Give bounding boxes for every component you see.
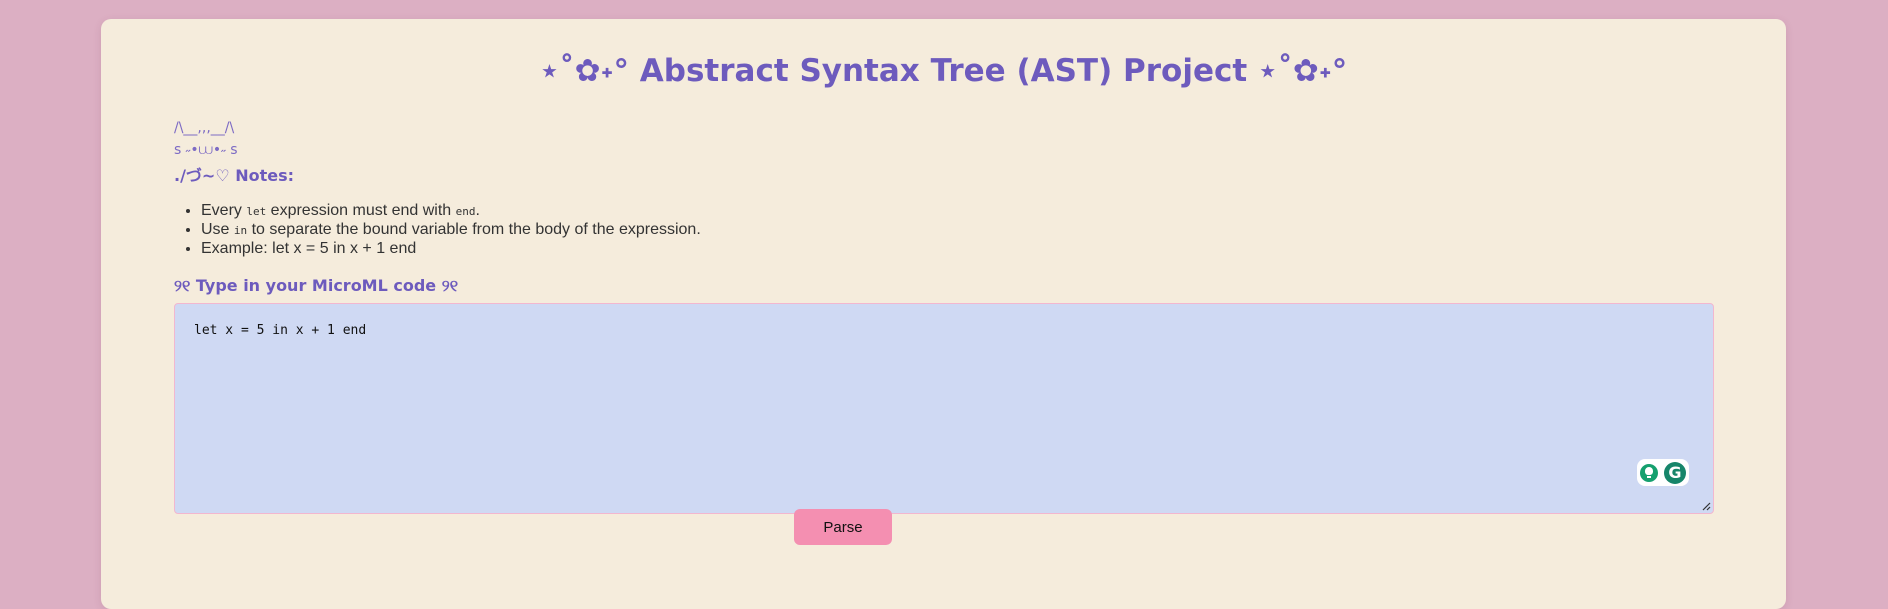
writing-assistant-widget[interactable]: G bbox=[1637, 459, 1689, 486]
code-editor: G bbox=[174, 303, 1714, 514]
parse-button[interactable]: Parse bbox=[794, 509, 892, 545]
notes-list: Every let expression must end with end. … bbox=[174, 202, 1714, 258]
main-card: ⋆˚✿˖° Abstract Syntax Tree (AST) Project… bbox=[101, 19, 1786, 609]
code-input-label: ୨୧ Type in your MicroML code ୨୧ bbox=[174, 276, 459, 295]
note-2-text-a: Use bbox=[201, 221, 234, 238]
note-2-text-b: to separate the bound variable from the … bbox=[247, 221, 701, 238]
kaomoji-line-2: ꜱ ˶•⩊•˶ ꜱ bbox=[174, 142, 238, 158]
note-1-text-a: Every bbox=[201, 202, 247, 219]
note-item-3: Example: let x = 5 in x + 1 end bbox=[201, 240, 1714, 258]
resize-handle-icon[interactable] bbox=[1702, 502, 1711, 511]
notes-heading: ./づ~♡ Notes: bbox=[174, 166, 295, 185]
note-1-text-b: expression must end with bbox=[266, 202, 456, 219]
note-1-text-c: . bbox=[475, 202, 480, 219]
note-1-code-end: end bbox=[455, 205, 476, 218]
note-1-code-let: let bbox=[246, 205, 267, 218]
grammarly-icon[interactable]: G bbox=[1664, 461, 1686, 484]
content-area: /\__,,,__/\ ꜱ ˶•⩊•˶ ꜱ ./づ~♡ Notes: Every… bbox=[174, 117, 1714, 514]
code-input[interactable] bbox=[175, 304, 1713, 513]
note-2-code-in: in bbox=[233, 224, 248, 237]
note-item-1: Every let expression must end with end. bbox=[201, 202, 1714, 221]
kaomoji-line-1: /\__,,,__/\ bbox=[174, 120, 235, 136]
note-item-2: Use in to separate the bound variable fr… bbox=[201, 221, 1714, 240]
page-title: ⋆˚✿˖° Abstract Syntax Tree (AST) Project… bbox=[539, 53, 1348, 89]
lightbulb-icon[interactable] bbox=[1640, 463, 1658, 482]
